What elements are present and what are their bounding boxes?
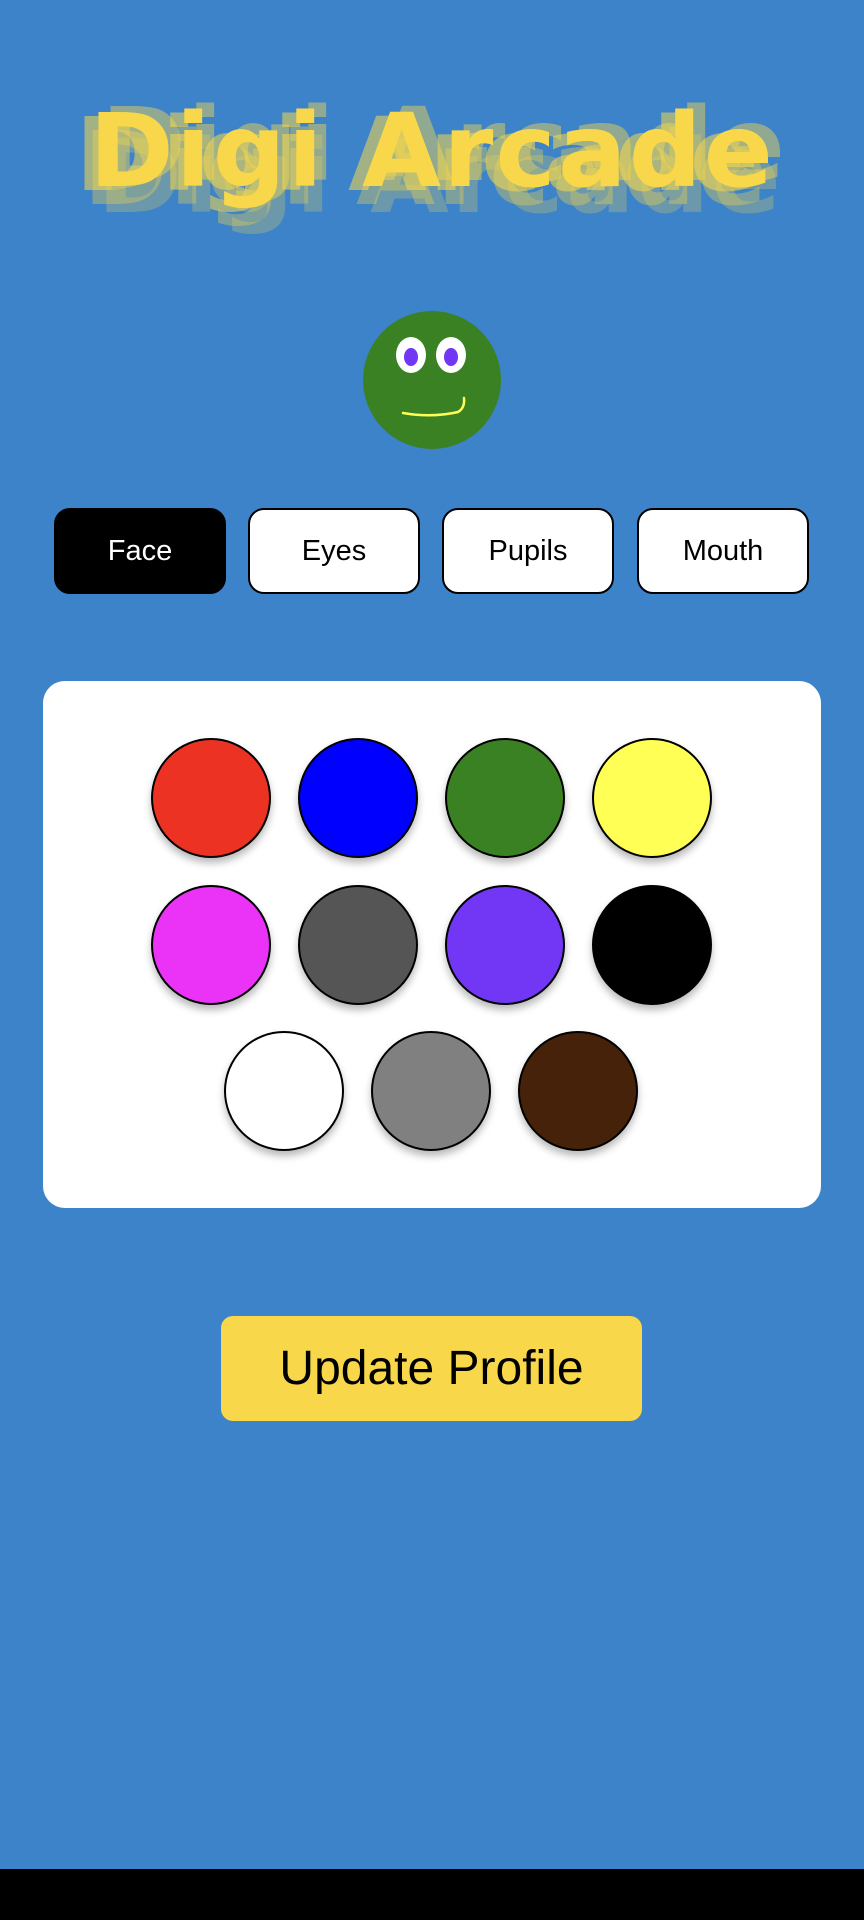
color-swatch-white[interactable] bbox=[224, 1031, 344, 1151]
color-swatch-black[interactable] bbox=[592, 885, 712, 1005]
tab-face[interactable]: Face bbox=[54, 508, 226, 594]
color-swatch-dark-gray[interactable] bbox=[298, 885, 418, 1005]
feature-tabs: Face Eyes Pupils Mouth bbox=[54, 508, 810, 594]
color-swatch-blue[interactable] bbox=[298, 738, 418, 858]
app-logo: Digi Arcade bbox=[89, 92, 775, 211]
color-swatch-purple[interactable] bbox=[445, 885, 565, 1005]
tab-mouth[interactable]: Mouth bbox=[637, 508, 809, 594]
system-navigation-bar bbox=[0, 1869, 864, 1920]
avatar-pupil-right bbox=[444, 348, 458, 366]
avatar-face bbox=[363, 311, 501, 449]
color-swatch-yellow[interactable] bbox=[592, 738, 712, 858]
color-swatch-green[interactable] bbox=[445, 738, 565, 858]
color-palette bbox=[43, 681, 821, 1208]
color-swatch-red[interactable] bbox=[151, 738, 271, 858]
color-swatch-brown[interactable] bbox=[518, 1031, 638, 1151]
tab-pupils[interactable]: Pupils bbox=[442, 508, 614, 594]
update-profile-button[interactable]: Update Profile bbox=[221, 1316, 642, 1421]
avatar-pupil-left bbox=[404, 348, 418, 366]
tab-eyes[interactable]: Eyes bbox=[248, 508, 420, 594]
color-swatch-magenta[interactable] bbox=[151, 885, 271, 1005]
avatar-face-icon bbox=[363, 311, 501, 449]
color-swatch-gray[interactable] bbox=[371, 1031, 491, 1151]
avatar-preview bbox=[362, 310, 502, 450]
